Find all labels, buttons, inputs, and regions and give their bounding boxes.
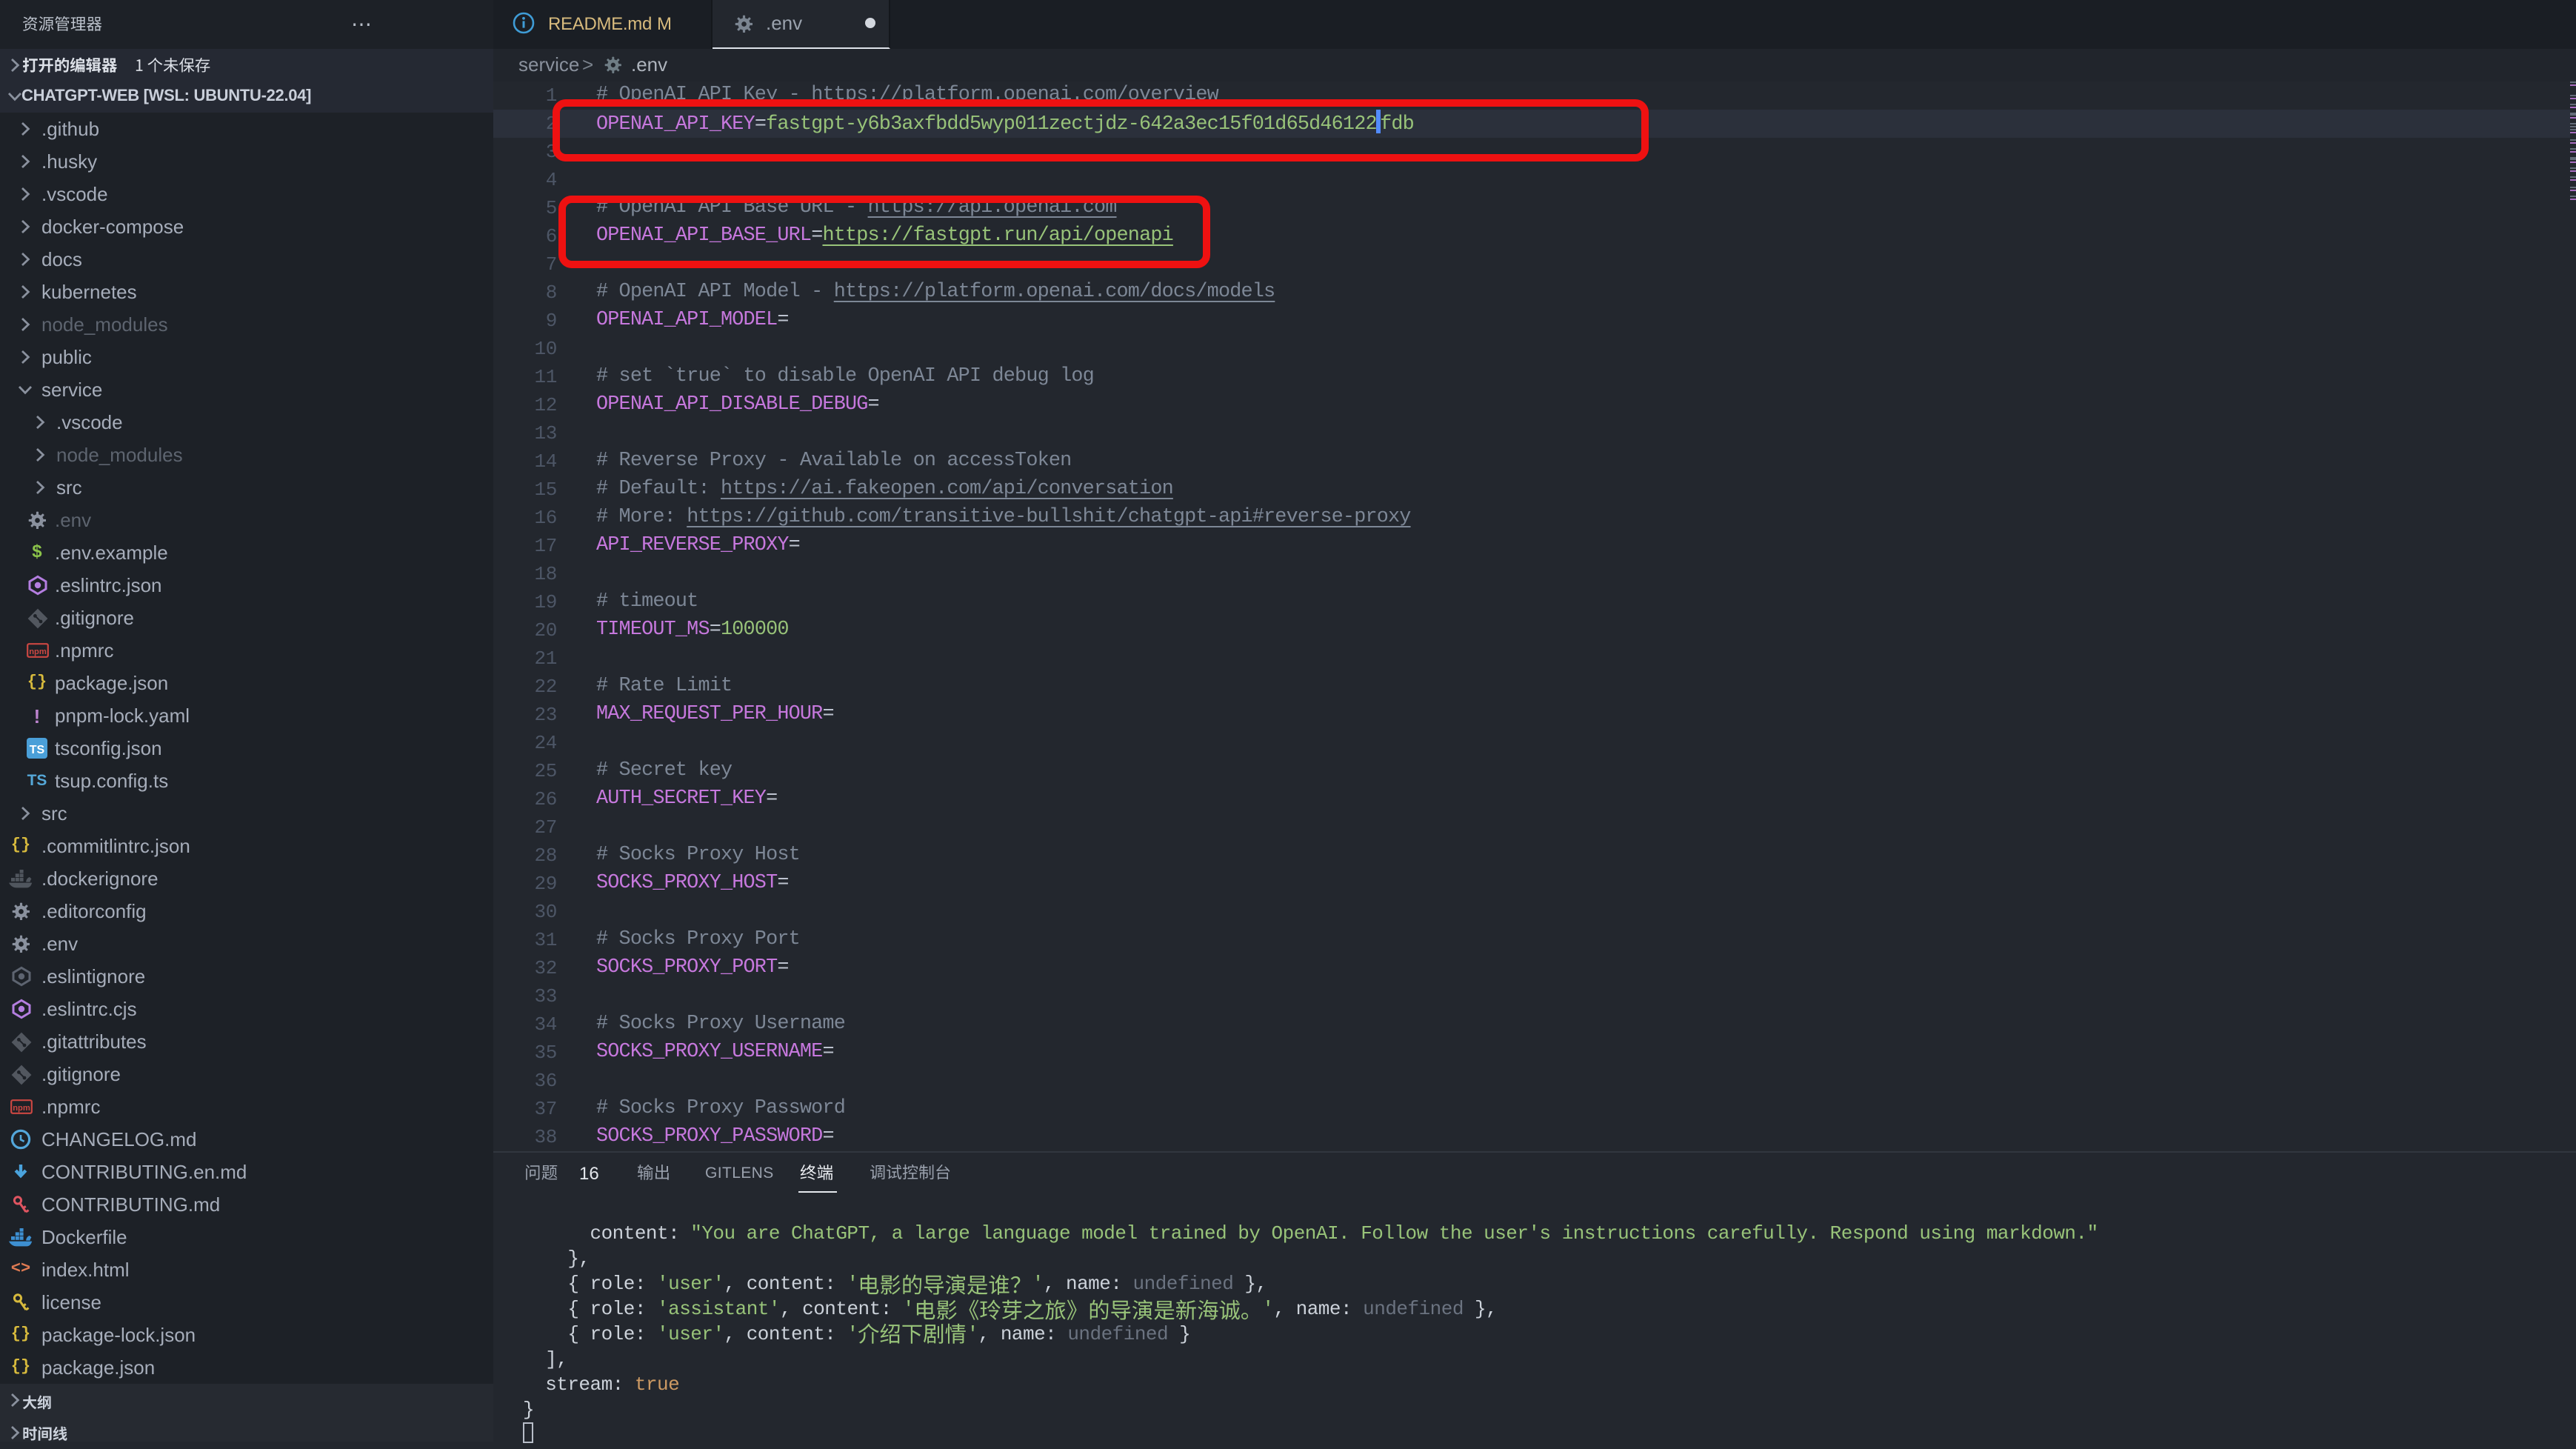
- svg-text:npm: npm: [12, 1104, 30, 1113]
- svg-text:TS: TS: [30, 744, 45, 756]
- svg-text:npm: npm: [28, 647, 46, 656]
